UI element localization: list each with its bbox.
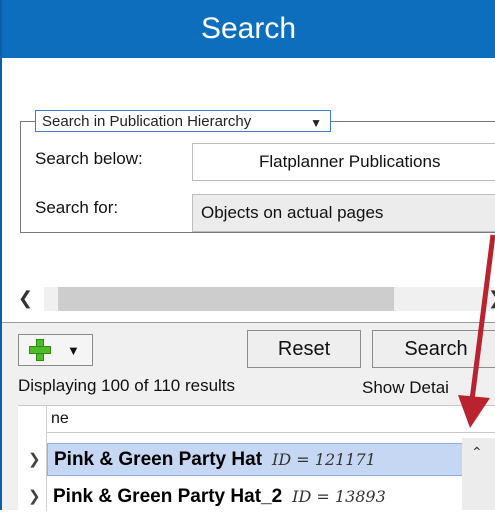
item-name: Pink & Green Party Hat_2 (53, 485, 283, 507)
search-for-field[interactable]: Objects on actual pages (192, 194, 495, 232)
row-cell[interactable]: Pink & Green Party Hat_2 ID = 13893 (47, 480, 467, 513)
table-row[interactable]: ❯ Pink & Green Party Hat_2 ID = 13893 (18, 478, 495, 515)
scroll-thumb[interactable] (58, 287, 394, 311)
show-details-link[interactable]: Show Detai (362, 378, 449, 398)
chevron-up-icon[interactable]: ⌃ (471, 444, 483, 461)
search-below-field[interactable]: Flatplanner Publications (192, 143, 495, 181)
search-below-value: Flatplanner Publications (259, 152, 441, 171)
item-id: ID = 121171 (272, 450, 376, 469)
add-button[interactable]: ▼ (18, 334, 93, 366)
search-for-label: Search for: (35, 198, 119, 217)
row-cell[interactable]: Pink & Green Party Hat ID = 121171 (47, 443, 483, 476)
triangle-down-icon: ▼ (310, 116, 322, 130)
chevron-left-icon[interactable]: ❮ (18, 288, 33, 309)
triangle-down-icon: ▼ (67, 342, 80, 358)
chevron-right-icon[interactable]: ❯ (488, 288, 495, 309)
scope-dropdown[interactable]: Search in Publication Hierarchy ▼ (35, 110, 331, 132)
column-header[interactable]: ne (47, 406, 495, 433)
vertical-scrollbar[interactable]: ⌃ (462, 438, 495, 510)
item-name: Pink & Green Party Hat (54, 448, 263, 470)
search-button[interactable]: Search (372, 330, 495, 368)
results-grid: ne ❯ Pink & Green Party Hat ID = 121171 … (18, 405, 495, 511)
chevron-right-icon[interactable]: ❯ (28, 450, 41, 468)
window-title: Search (2, 0, 495, 58)
chevron-right-icon[interactable]: ❯ (28, 487, 41, 505)
search-below-label: Search below: (35, 149, 143, 168)
horizontal-scrollbar[interactable]: ❮ ❯ (14, 284, 495, 314)
search-for-value: Objects on actual pages (201, 203, 384, 222)
reset-button[interactable]: Reset (247, 330, 361, 368)
scope-dropdown-value: Search in Publication Hierarchy (42, 112, 252, 130)
results-status: Displaying 100 of 110 results (18, 376, 236, 395)
table-row[interactable]: ❯ Pink & Green Party Hat ID = 121171 (18, 441, 495, 478)
item-id: ID = 13893 (292, 487, 386, 506)
green-plus-icon (29, 339, 51, 361)
